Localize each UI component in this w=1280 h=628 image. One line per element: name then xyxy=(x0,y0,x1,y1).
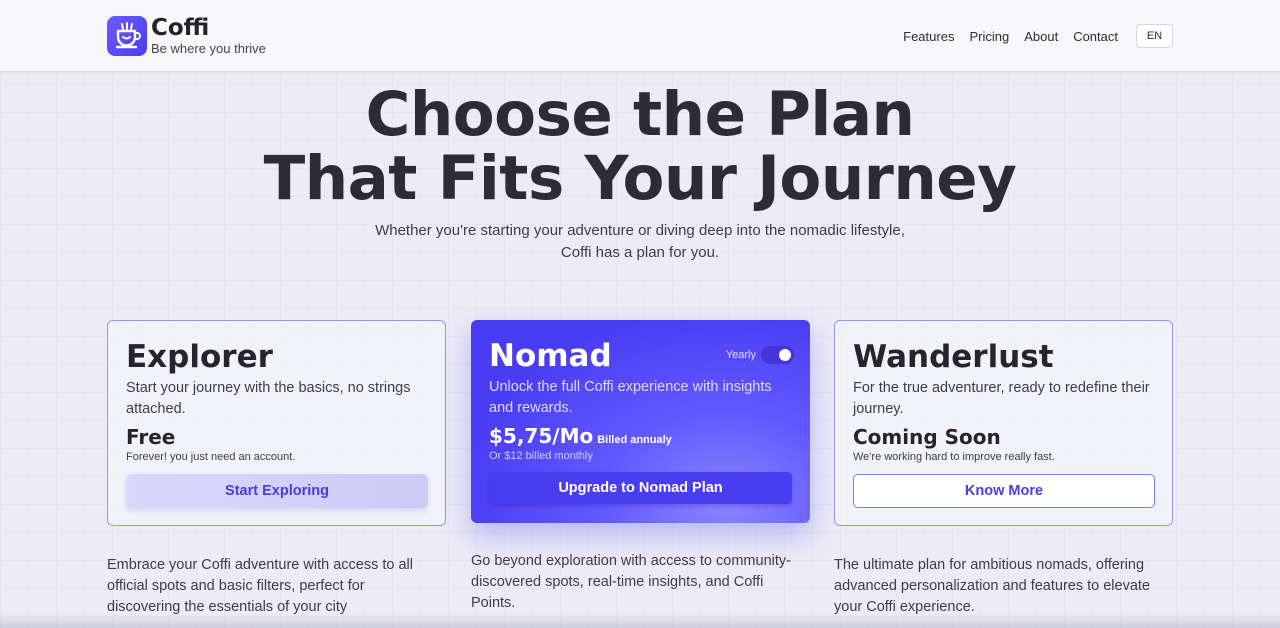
toggle-label: Yearly xyxy=(725,349,756,361)
price-note: We're working hard to improve really fas… xyxy=(853,451,1055,463)
coffee-cup-icon[interactable] xyxy=(107,16,147,56)
page-subtitle-line-2: Coffi has a plan for you. xyxy=(560,244,720,261)
billing-period: Billed annualy xyxy=(597,434,672,446)
page-title-line-2: That Fits Your Journey xyxy=(263,143,1017,214)
nav-link-features[interactable]: Features xyxy=(903,29,954,44)
plan-card-explorer: Explorer Start your journey with the bas… xyxy=(107,320,446,526)
price-note: Or $12 billed monthly xyxy=(489,450,593,462)
price-row: Free xyxy=(126,425,427,449)
price-note: Forever! you just need an account. xyxy=(126,451,296,463)
plan-name: Wanderlust xyxy=(853,339,1054,375)
nav-link-pricing[interactable]: Pricing xyxy=(969,29,1009,44)
brand-tagline: Be where you thrive xyxy=(151,41,266,56)
plan-description: Unlock the full Coffi experience with in… xyxy=(489,379,772,416)
plan-card-wanderlust: Wanderlust For the true adventurer, read… xyxy=(834,320,1173,526)
plan-details-wanderlust: The ultimate plan for ambitious nomads, … xyxy=(834,557,1150,615)
yearly-toggle-switch[interactable] xyxy=(761,346,794,364)
page-title: Choose the Plan That Fits Your Journey xyxy=(0,83,1280,211)
plan-details-nomad: Go beyond exploration with access to com… xyxy=(471,553,791,611)
main-nav: Features Pricing About Contact EN xyxy=(903,24,1173,48)
plan-name: Explorer xyxy=(126,339,273,375)
plan-price: Free xyxy=(126,425,176,449)
price-row: Coming Soon xyxy=(853,425,1154,449)
nav-link-contact[interactable]: Contact xyxy=(1073,29,1118,44)
plan-card-nomad: Nomad Yearly Unlock the full Coffi exper… xyxy=(471,320,810,523)
page-subtitle: Whether you're starting your adventure o… xyxy=(340,220,940,264)
page-title-line-1: Choose the Plan xyxy=(365,79,915,150)
price-row: $5,75/Mo Billed annualy xyxy=(489,424,792,448)
plan-price: $5,75/Mo xyxy=(489,424,594,448)
upgrade-nomad-button[interactable]: Upgrade to Nomad Plan xyxy=(489,472,792,504)
plan-description: Start your journey with the basics, no s… xyxy=(126,380,411,417)
bottom-shadow xyxy=(0,614,1280,628)
site-header: Coffi Be where you thrive Features Prici… xyxy=(0,0,1280,72)
know-more-button[interactable]: Know More xyxy=(853,474,1155,508)
start-exploring-button[interactable]: Start Exploring xyxy=(126,474,428,508)
billing-toggle[interactable]: Yearly xyxy=(726,346,794,364)
toggle-knob xyxy=(779,349,791,361)
plan-price: Coming Soon xyxy=(853,425,1001,449)
brand-name[interactable]: Coffi xyxy=(151,15,209,41)
plan-details-explorer: Embrace your Coffi adventure with access… xyxy=(107,557,413,615)
nav-link-about[interactable]: About xyxy=(1024,29,1058,44)
language-selector[interactable]: EN xyxy=(1136,24,1173,48)
plan-description: For the true adventurer, ready to redefi… xyxy=(853,380,1150,417)
page-subtitle-line-1: Whether you're starting your adventure o… xyxy=(375,222,905,239)
